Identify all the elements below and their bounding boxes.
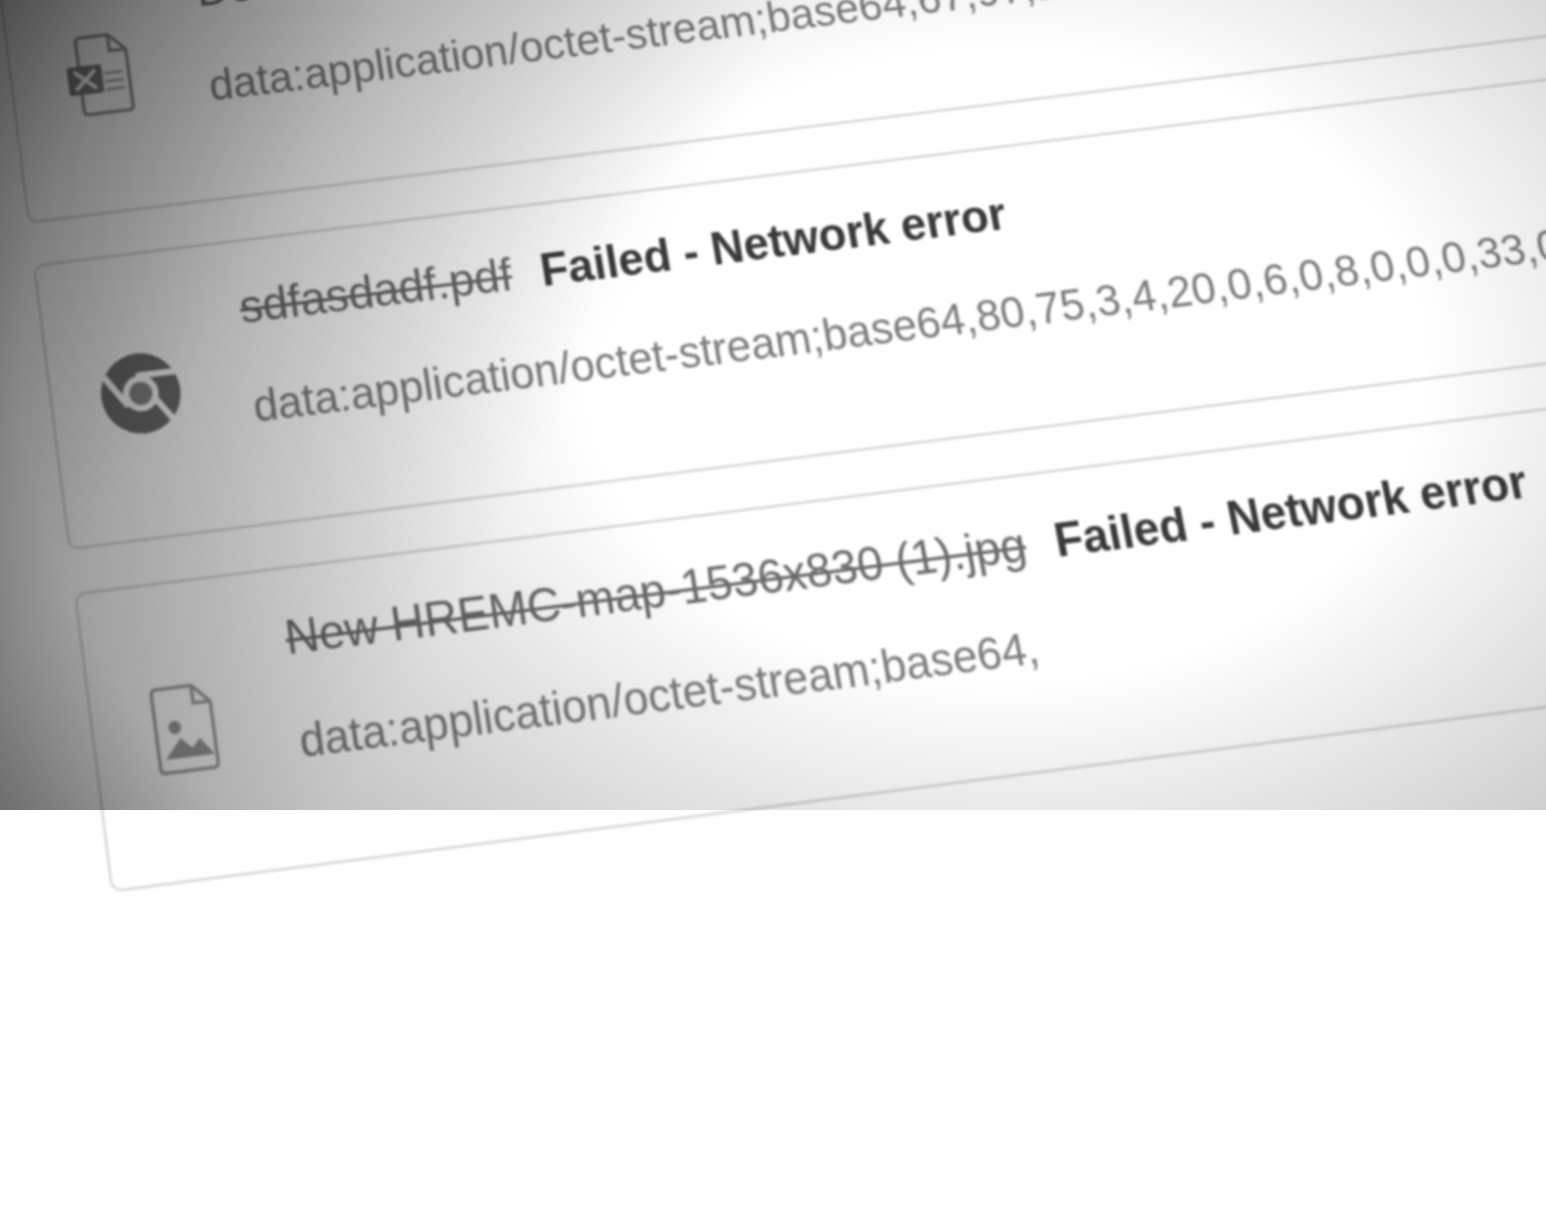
download-filename: sdfasdadf.pdf <box>236 249 516 337</box>
image-file-icon <box>130 672 238 783</box>
download-status: Failed - Network error <box>536 188 1011 300</box>
download-url: data:application/octet-stream;base64,67,… <box>206 0 1546 112</box>
download-status: Failed - Network error <box>1050 455 1533 571</box>
chrome-icon <box>88 340 194 446</box>
excel-file-icon <box>47 22 150 124</box>
downloads-list: Device Inventory (1).csv Failed - Networ… <box>0 0 1546 1205</box>
